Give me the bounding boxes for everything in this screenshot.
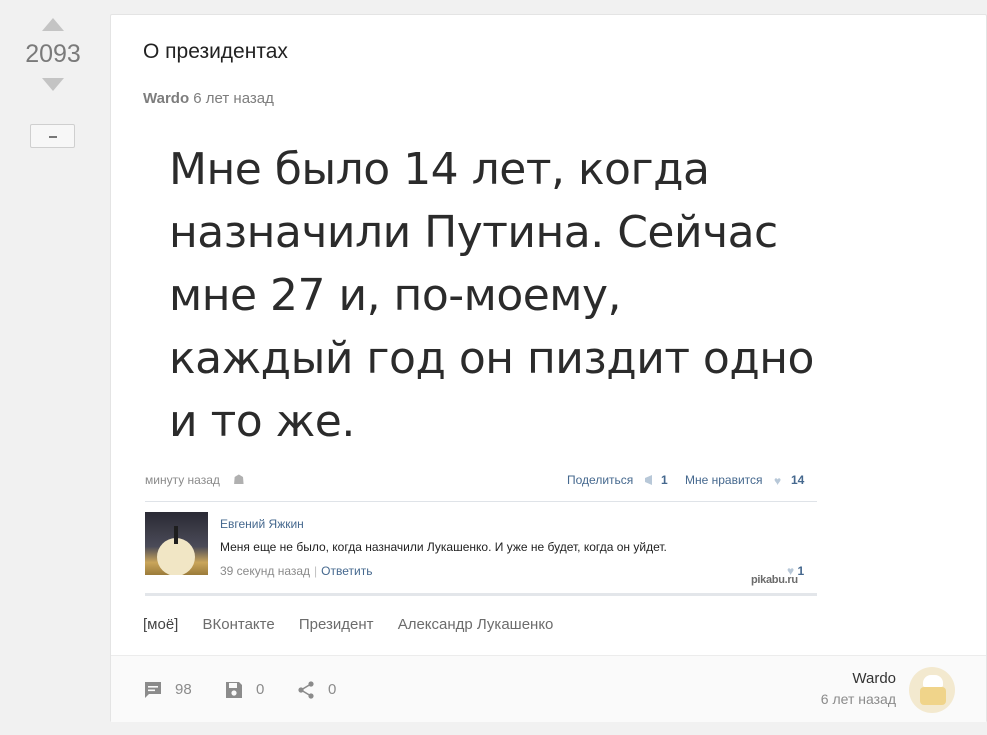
quote-line: мне 27 и, по-моему, [169, 270, 622, 321]
separator: | [314, 564, 318, 578]
post-meta-bar: минуту назад ☗ Поделиться 1 Мне нравится… [145, 472, 817, 493]
story-time: 6 лет назад [193, 90, 274, 107]
quote-line: и то же. [169, 396, 355, 447]
face-shape [920, 687, 946, 705]
footer-author[interactable]: Wardo [821, 670, 896, 687]
shares-count: 0 [328, 681, 337, 698]
save-icon [226, 682, 242, 698]
tag[interactable]: Александр Лукашенко [398, 616, 554, 633]
chef-hat-shape [923, 675, 943, 687]
tag[interactable]: ВКонтакте [203, 616, 275, 633]
story-title[interactable]: О президентах [143, 40, 288, 64]
tag[interactable]: [моё] [143, 616, 178, 633]
share-label: Поделиться [567, 473, 634, 487]
comment-author: Евгений Яжкин [220, 517, 304, 531]
footer-author-block: Wardo 6 лет назад [821, 670, 896, 707]
embedded-comment: Евгений Яжкин Меня еще не было, когда на… [145, 512, 817, 592]
heart-icon: ♥ [774, 474, 782, 488]
android-icon: ☗ [233, 472, 245, 487]
divider [145, 501, 817, 502]
comment-time: 39 секунд назад [220, 564, 311, 578]
footer-time: 6 лет назад [820, 691, 896, 707]
share-icon [298, 681, 314, 699]
comment-meta: 39 секунд назад | Ответить [220, 564, 372, 578]
quote-line: Мне было 14 лет, когда [169, 144, 710, 195]
page: 2093 О президентах Wardo 6 лет назад Мне… [0, 0, 987, 735]
rating-count: 2093 [25, 40, 81, 68]
like-count: 14 [791, 473, 805, 487]
divider [145, 593, 817, 596]
comment-text: Меня еще не было, когда назначили Лукаше… [220, 540, 667, 554]
saves-count: 0 [256, 681, 265, 698]
avatar[interactable] [909, 667, 955, 713]
downvote-arrow-icon[interactable] [42, 78, 64, 91]
upvote-arrow-icon[interactable] [42, 18, 64, 31]
comments-count: 98 [175, 681, 192, 698]
story-author[interactable]: Wardo [143, 90, 189, 107]
tag[interactable]: Президент [299, 616, 374, 633]
megaphone-icon [645, 475, 652, 485]
figure-shape [174, 526, 178, 544]
quote-text: Мне было 14 лет, когда назначили Путина.… [169, 138, 819, 453]
reply-link: Ответить [321, 564, 373, 578]
story-card: О президентах Wardo 6 лет назад Мне было… [110, 14, 987, 722]
tag-list: [моё] ВКонтакте Президент Александр Лука… [143, 616, 573, 633]
comment-icon [145, 682, 161, 698]
collapse-button[interactable] [30, 124, 75, 148]
quote-line: назначили Путина. Сейчас [169, 207, 778, 258]
watermark: pikabu.ru [751, 574, 798, 586]
story-meta: Wardo 6 лет назад [143, 90, 274, 107]
post-time: минуту назад [145, 473, 220, 487]
comment-like-count: 1 [797, 564, 805, 578]
like-label: Мне нравится [685, 473, 763, 487]
share-count: 1 [661, 473, 668, 487]
avatar [145, 512, 208, 575]
minus-icon [49, 136, 57, 138]
story-image[interactable]: Мне было 14 лет, когда назначили Путина.… [145, 133, 821, 598]
story-footer: 98 0 0 Wardo 6 лет назад [111, 655, 986, 722]
quote-line: каждый год он пиздит одно [169, 333, 814, 384]
